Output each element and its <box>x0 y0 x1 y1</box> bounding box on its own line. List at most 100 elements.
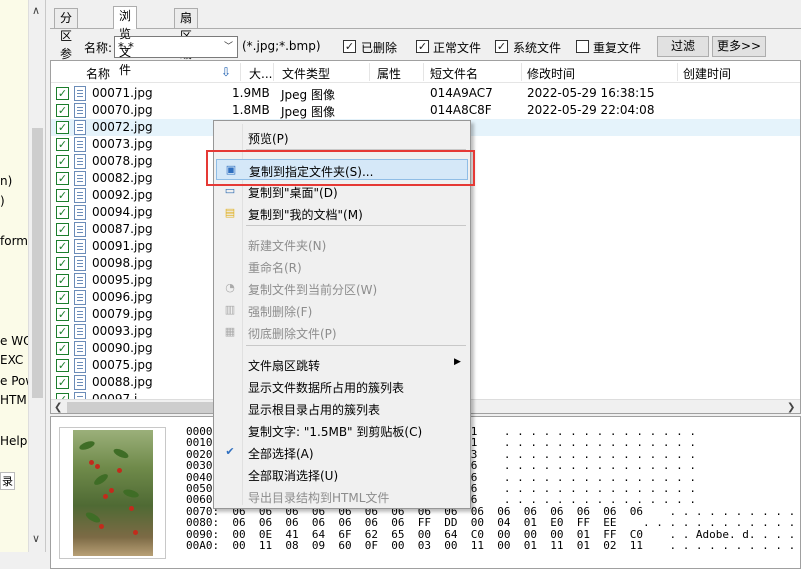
column-header-size[interactable]: 大... <box>249 65 272 82</box>
menu-item-label: 预览(P) <box>248 132 289 146</box>
row-checkbox[interactable]: ✓ <box>56 189 69 202</box>
column-header-modified[interactable]: 修改时间 <box>527 65 575 82</box>
column-divider[interactable] <box>423 63 424 81</box>
copy-to-partition-icon: ◔ <box>225 281 235 294</box>
file-row[interactable]: ✓ 00070.jpg 1.8MB Jpeg 图像 014A8C8F 2022-05-29… <box>51 102 800 119</box>
directory-tree-panel[interactable]: n) ) form e WO EXC e Pow HTM Help 录 ∧ ∨ <box>0 0 46 552</box>
column-header-short-name[interactable]: 短文件名 <box>430 65 478 82</box>
filter-button[interactable]: 过滤 <box>657 36 709 57</box>
row-checkbox[interactable]: ✓ <box>56 257 69 270</box>
documents-folder-icon: ▤ <box>224 206 236 219</box>
row-checkbox[interactable]: ✓ <box>56 223 69 236</box>
menu-item-label: 新建文件夹(N) <box>248 239 327 253</box>
context-menu-item[interactable]: 显示文件数据所占用的簇列表 <box>216 376 468 397</box>
duplicate-files-checkbox[interactable] <box>576 40 589 53</box>
deleted-checkbox[interactable]: ✓ <box>343 40 356 53</box>
context-menu-item[interactable]: 预览(P) <box>216 127 468 148</box>
tree-item-fragment[interactable]: form <box>0 234 28 248</box>
tree-scrollbar[interactable]: ∧ ∨ <box>28 0 45 552</box>
scroll-right-icon[interactable]: ❯ <box>787 400 795 413</box>
column-header-created[interactable]: 创建时间 <box>683 65 731 82</box>
menu-item-label: 文件扇区跳转 <box>248 359 321 373</box>
menu-item-label: 强制删除(F) <box>248 305 313 319</box>
modified-time: 2022-05-29 22:04:08 <box>527 103 655 117</box>
context-menu-item[interactable]: ▭ 复制到"桌面"(D) <box>216 181 468 202</box>
menu-item-label: 复制到指定文件夹(S)... <box>249 165 374 179</box>
row-checkbox[interactable]: ✓ <box>56 325 69 338</box>
row-checkbox[interactable]: ✓ <box>56 138 69 151</box>
tab-sector-edit[interactable]: 扇区编辑 <box>174 8 199 79</box>
tab-browse-files[interactable]: 浏览文件 <box>113 6 138 77</box>
context-menu-item[interactable]: 复制文字: "1.5MB" 到剪贴板(C) <box>216 420 468 441</box>
system-files-checkbox[interactable]: ✓ <box>495 40 508 53</box>
column-divider[interactable] <box>369 63 370 81</box>
row-checkbox[interactable]: ✓ <box>56 104 69 117</box>
file-icon <box>74 273 86 288</box>
tree-item-fragment[interactable]: n) <box>0 174 12 188</box>
column-divider[interactable] <box>273 63 274 81</box>
menu-item-label: 复制文件到当前分区(W) <box>248 283 378 297</box>
normal-files-checkbox[interactable]: ✓ <box>416 40 429 53</box>
file-name: 00073.jpg <box>92 137 153 151</box>
tab-partition-params[interactable]: 分区参数 <box>54 8 79 79</box>
tree-item-fragment[interactable]: ) <box>0 194 5 208</box>
sort-down-icon[interactable]: ⇩ <box>221 65 231 79</box>
context-menu-item[interactable]: ▤ 复制到"我的文档"(M) <box>216 203 468 224</box>
row-checkbox[interactable]: ✓ <box>56 359 69 372</box>
row-checkbox[interactable]: ✓ <box>56 308 69 321</box>
row-checkbox[interactable]: ✓ <box>56 172 69 185</box>
menu-item-label: 复制文字: "1.5MB" 到剪贴板(C) <box>248 425 423 439</box>
shred-delete-icon: ▦ <box>224 325 236 338</box>
file-icon <box>74 239 86 254</box>
scroll-left-icon[interactable]: ❮ <box>54 400 62 413</box>
row-checkbox[interactable]: ✓ <box>56 376 69 389</box>
normal-files-checkbox-label: 正常文件 <box>433 41 482 55</box>
context-menu-item[interactable]: ▣ 复制到指定文件夹(S)... <box>216 159 468 180</box>
menu-item-label: 全部选择(A) <box>248 447 314 461</box>
system-files-checkbox-label: 系统文件 <box>513 41 562 55</box>
file-icon <box>74 86 86 101</box>
row-checkbox[interactable]: ✓ <box>56 87 69 100</box>
tree-item-fragment[interactable]: EXC <box>0 353 23 367</box>
row-checkbox[interactable]: ✓ <box>56 155 69 168</box>
scroll-down-icon[interactable]: ∨ <box>32 532 40 545</box>
column-divider[interactable] <box>521 63 522 81</box>
context-menu-item: 重命名(R) <box>216 256 468 277</box>
tree-item-fragment[interactable]: HTM <box>0 393 27 407</box>
row-checkbox[interactable]: ✓ <box>56 291 69 304</box>
file-icon <box>74 120 86 135</box>
short-name: 014A9AC7 <box>430 86 493 100</box>
image-preview <box>59 427 166 559</box>
row-checkbox[interactable]: ✓ <box>56 206 69 219</box>
context-menu-item[interactable]: ✔ 全部选择(A) <box>216 442 468 463</box>
more-button[interactable]: 更多>> <box>712 36 766 57</box>
column-divider[interactable] <box>677 63 678 81</box>
row-checkbox[interactable]: ✓ <box>56 240 69 253</box>
file-name: 00094.jpg <box>92 205 153 219</box>
app-window: n) ) form e WO EXC e Pow HTM Help 录 ∧ ∨ … <box>0 0 801 569</box>
file-name: 00082.jpg <box>92 171 153 185</box>
tree-item-fragment[interactable]: Help <box>0 434 27 448</box>
context-menu-item[interactable]: 显示根目录占用的簇列表 <box>216 398 468 419</box>
context-menu-item[interactable]: 文件扇区跳转 ▶ <box>216 354 468 375</box>
menu-item-label: 重命名(R) <box>248 261 302 275</box>
row-checkbox[interactable]: ✓ <box>56 121 69 134</box>
column-header-type[interactable]: 文件类型 <box>282 65 330 82</box>
file-icon <box>74 341 86 356</box>
column-header-name[interactable]: 名称 <box>86 65 110 82</box>
file-name: 00091.jpg <box>92 239 153 253</box>
file-row[interactable]: ✓ 00071.jpg 1.9MB Jpeg 图像 014A9AC7 2022-05-29… <box>51 85 800 102</box>
chevron-down-icon[interactable]: ﹀ <box>220 37 237 57</box>
menu-item-label: 显示文件数据所占用的簇列表 <box>248 381 405 395</box>
menu-item-label: 复制到"桌面"(D) <box>248 186 338 200</box>
tree-item-fragment[interactable]: 录 <box>0 472 15 490</box>
file-size: 1.9MB <box>232 86 270 100</box>
column-header-attr[interactable]: 属性 <box>377 65 401 82</box>
scroll-up-icon[interactable]: ∧ <box>32 4 40 17</box>
row-checkbox[interactable]: ✓ <box>56 342 69 355</box>
row-checkbox[interactable]: ✓ <box>56 274 69 287</box>
duplicate-files-checkbox-label: 重复文件 <box>593 41 642 55</box>
column-divider[interactable] <box>240 63 241 81</box>
scroll-thumb[interactable] <box>32 128 43 398</box>
context-menu-item[interactable]: 全部取消选择(U) <box>216 464 468 485</box>
